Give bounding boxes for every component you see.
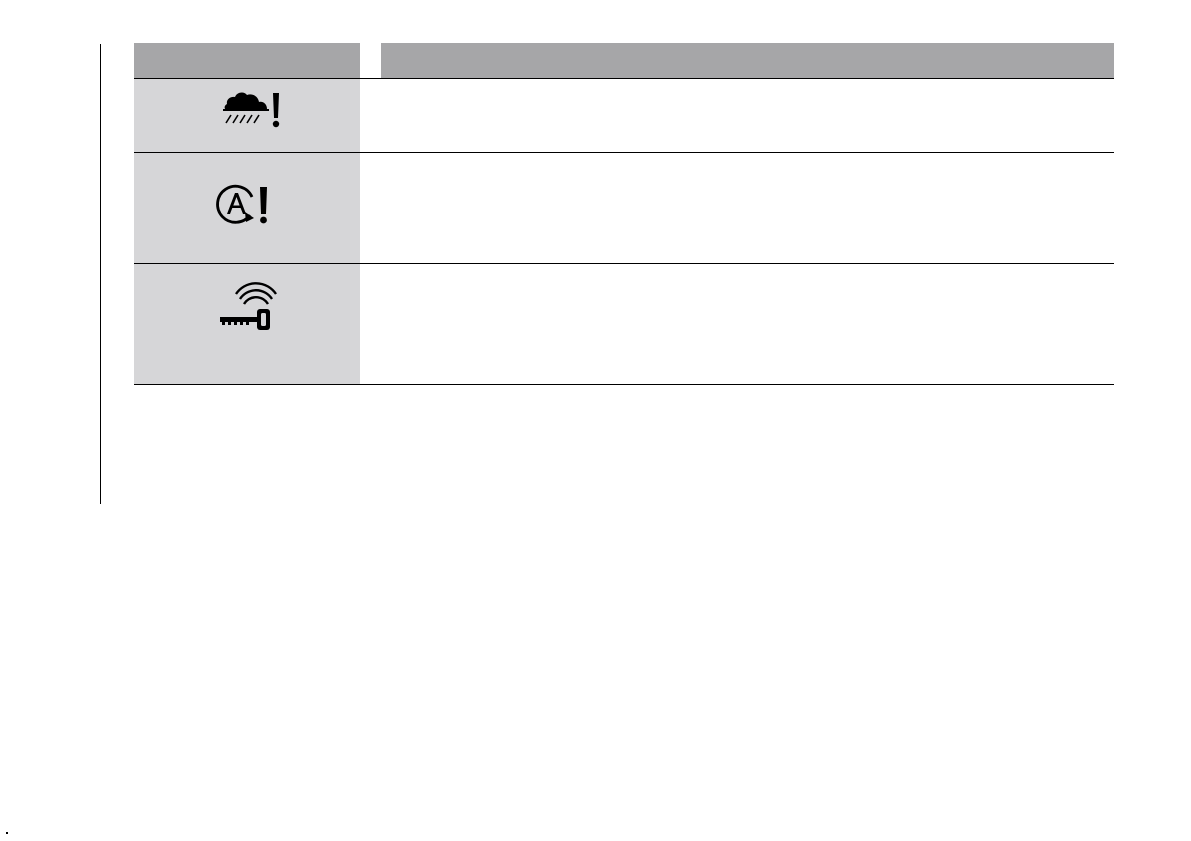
- description-cell: [381, 153, 1114, 263]
- icon-cell: [134, 264, 360, 384]
- table-row: [134, 153, 1114, 264]
- description-cell: [381, 79, 1114, 152]
- description-cell: [381, 264, 1114, 384]
- rain-sensor-warning-icon: [223, 92, 280, 128]
- keyless-key-signal-icon: [220, 282, 277, 330]
- icon-cell: [134, 79, 360, 152]
- table-header-row: [134, 43, 1114, 79]
- icon-cell: [134, 153, 360, 263]
- table-row: [134, 79, 1114, 153]
- warning-lights-table: [134, 43, 1114, 385]
- header-cell-description-column: [381, 43, 1114, 78]
- page-margin-rule: [100, 44, 101, 504]
- header-cell-icon-column: [134, 43, 360, 78]
- auto-start-stop-warning-icon: [216, 184, 267, 224]
- page-corner-mark: [6, 832, 8, 834]
- table-row: [134, 264, 1114, 385]
